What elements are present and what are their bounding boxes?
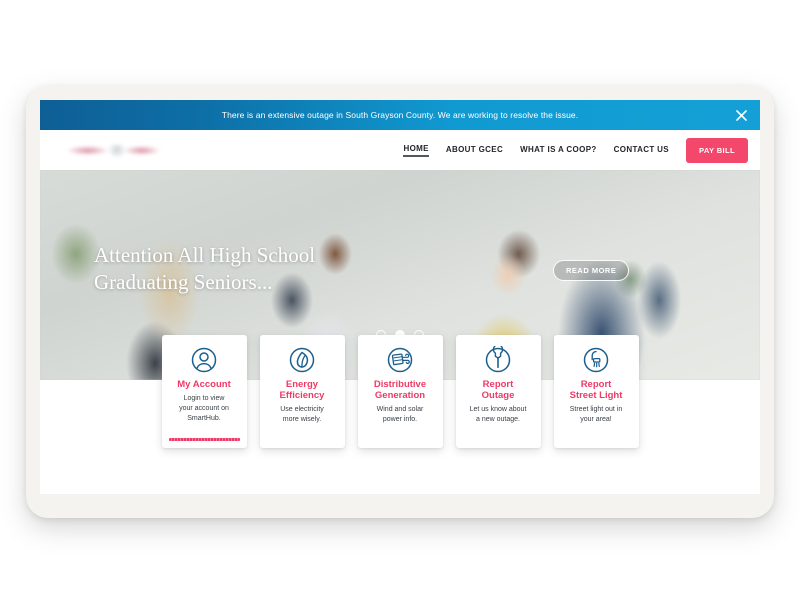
- device-frame: There is an extensive outage in South Gr…: [26, 86, 774, 518]
- browser-viewport: There is an extensive outage in South Gr…: [40, 100, 760, 494]
- card-description: Login to view your account on SmartHub.: [179, 395, 229, 422]
- main-navigation: HOME ABOUT GCEC WHAT IS A COOP? CONTACT …: [403, 130, 748, 170]
- card-report-street-light[interactable]: Report Street Light Street light out in …: [553, 335, 639, 448]
- nav-item-contact-us[interactable]: CONTACT US: [614, 145, 669, 156]
- site-header: HOME ABOUT GCEC WHAT IS A COOP? CONTACT …: [40, 130, 760, 170]
- card-description: Use electricity more wisely.: [280, 406, 324, 423]
- card-title: Report Outage: [481, 379, 515, 402]
- nav-item-what-is-a-coop[interactable]: WHAT IS A COOP?: [520, 145, 597, 156]
- card-energy-efficiency[interactable]: Energy Efficiency Use electricity more w…: [259, 335, 345, 448]
- logo-wordmark-icon: [63, 143, 172, 157]
- outage-alert-bar: There is an extensive outage in South Gr…: [40, 100, 760, 130]
- leaf-icon: [288, 346, 316, 374]
- quick-links-section: My Account Login to view your account on…: [40, 335, 760, 494]
- card-distributive-generation[interactable]: Distributive Generation Wind and solar p…: [357, 335, 443, 448]
- card-my-account[interactable]: My Account Login to view your account on…: [161, 335, 247, 448]
- card-title: Distributive Generation: [373, 379, 427, 402]
- street-light-icon: [582, 346, 610, 374]
- wrench-icon: [484, 346, 512, 374]
- card-title: My Account: [177, 379, 231, 390]
- card-description: Wind and solar power info.: [376, 406, 424, 423]
- hero-headline: Attention All High School Graduating Sen…: [94, 243, 316, 294]
- card-report-outage[interactable]: Report Outage Let us know about a new ou…: [455, 335, 541, 448]
- quick-links-row: My Account Login to view your account on…: [40, 335, 760, 448]
- card-title: Report Street Light: [569, 379, 623, 402]
- close-icon[interactable]: [734, 108, 748, 122]
- nav-item-home[interactable]: HOME: [403, 144, 429, 157]
- site-logo[interactable]: [60, 137, 175, 163]
- read-more-button[interactable]: READ MORE: [553, 260, 630, 281]
- solar-wind-icon: [386, 346, 414, 374]
- account-person-icon: [190, 346, 218, 374]
- pay-bill-button[interactable]: PAY BILL: [686, 137, 748, 163]
- card-accent-bar: [168, 438, 240, 441]
- nav-item-about-gcec[interactable]: ABOUT GCEC: [446, 145, 503, 156]
- card-description: Let us know about a new outage.: [469, 406, 527, 423]
- card-title: Energy Efficiency: [279, 379, 325, 402]
- outage-alert-message: There is an extensive outage in South Gr…: [221, 110, 579, 120]
- card-description: Street light out in your area!: [569, 406, 623, 423]
